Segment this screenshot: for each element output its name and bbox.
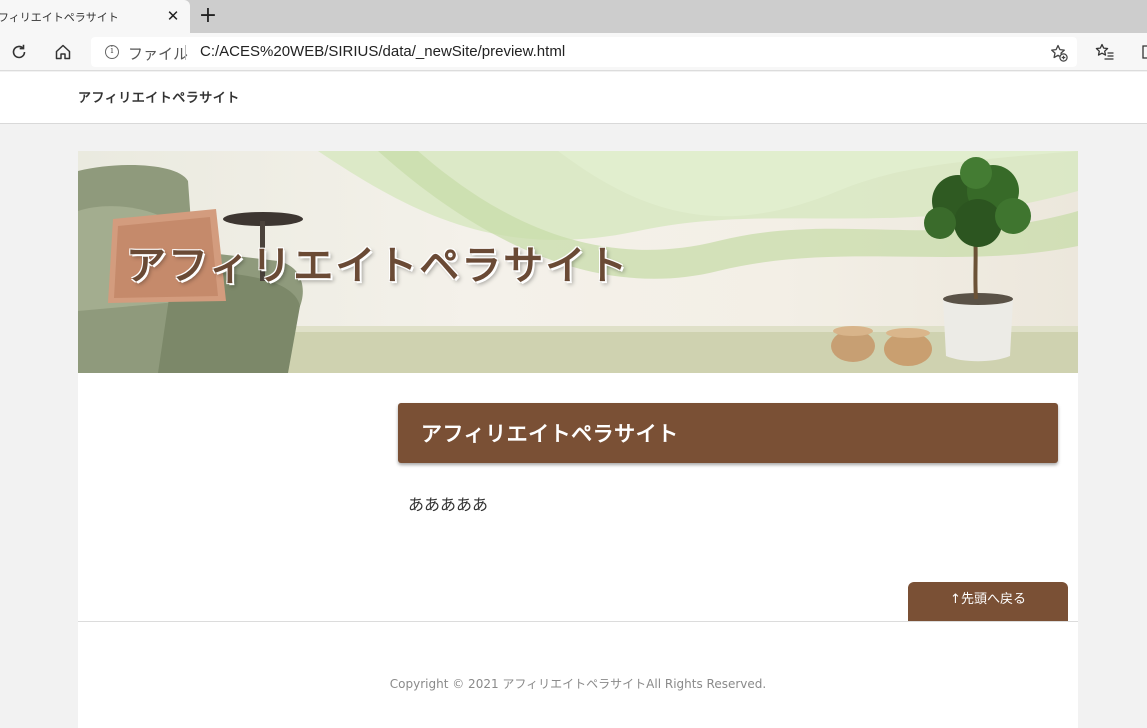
browser-tab[interactable]: フィリエイトペラサイト ✕ (0, 0, 190, 33)
address-url[interactable]: C:/ACES%20WEB/SIRIUS/data/_newSite/previ… (200, 43, 565, 60)
collections-icon[interactable] (1135, 40, 1147, 64)
footer-divider (78, 621, 1078, 622)
content-body: あああああ (408, 495, 489, 514)
browser-tabbar: フィリエイトペラサイト ✕ + (0, 0, 1147, 33)
info-icon[interactable]: i (105, 45, 119, 59)
back-to-top-button[interactable]: ↑先頭へ戻る (908, 582, 1068, 621)
site-header: アフィリエイトペラサイト (0, 72, 1147, 124)
hero-banner: アフィリエイトペラサイト (78, 151, 1078, 373)
address-scheme-label: ファイル (128, 45, 189, 63)
address-separator (185, 45, 186, 60)
refresh-icon[interactable] (7, 40, 31, 64)
address-bar[interactable]: i ファイル C:/ACES%20WEB/SIRIUS/data/_newSit… (91, 37, 1077, 67)
copyright-text: Copyright © 2021 アフィリエイトペラサイトAll Rights … (389, 677, 767, 691)
hero-title: アフィリエイトペラサイト (126, 243, 630, 289)
new-tab-icon[interactable]: + (197, 4, 219, 28)
site-logo[interactable]: アフィリエイトペラサイト (78, 87, 240, 106)
page-wrapper: アフィリエイトペラサイト アフィリエイトペラサイト あああああ ↑先頭へ戻る C… (78, 151, 1078, 728)
favorites-icon[interactable] (1093, 40, 1117, 64)
tab-title: フィリエイトペラサイト (0, 10, 119, 24)
browser-toolbar: i ファイル C:/ACES%20WEB/SIRIUS/data/_newSit… (0, 33, 1147, 71)
content-heading: アフィリエイトペラサイト (398, 403, 1058, 463)
home-icon[interactable] (51, 40, 75, 64)
add-favorite-icon[interactable] (1049, 43, 1069, 63)
tab-close-icon[interactable]: ✕ (164, 7, 182, 25)
content-heading-text: アフィリエイトペラサイト (421, 422, 679, 446)
